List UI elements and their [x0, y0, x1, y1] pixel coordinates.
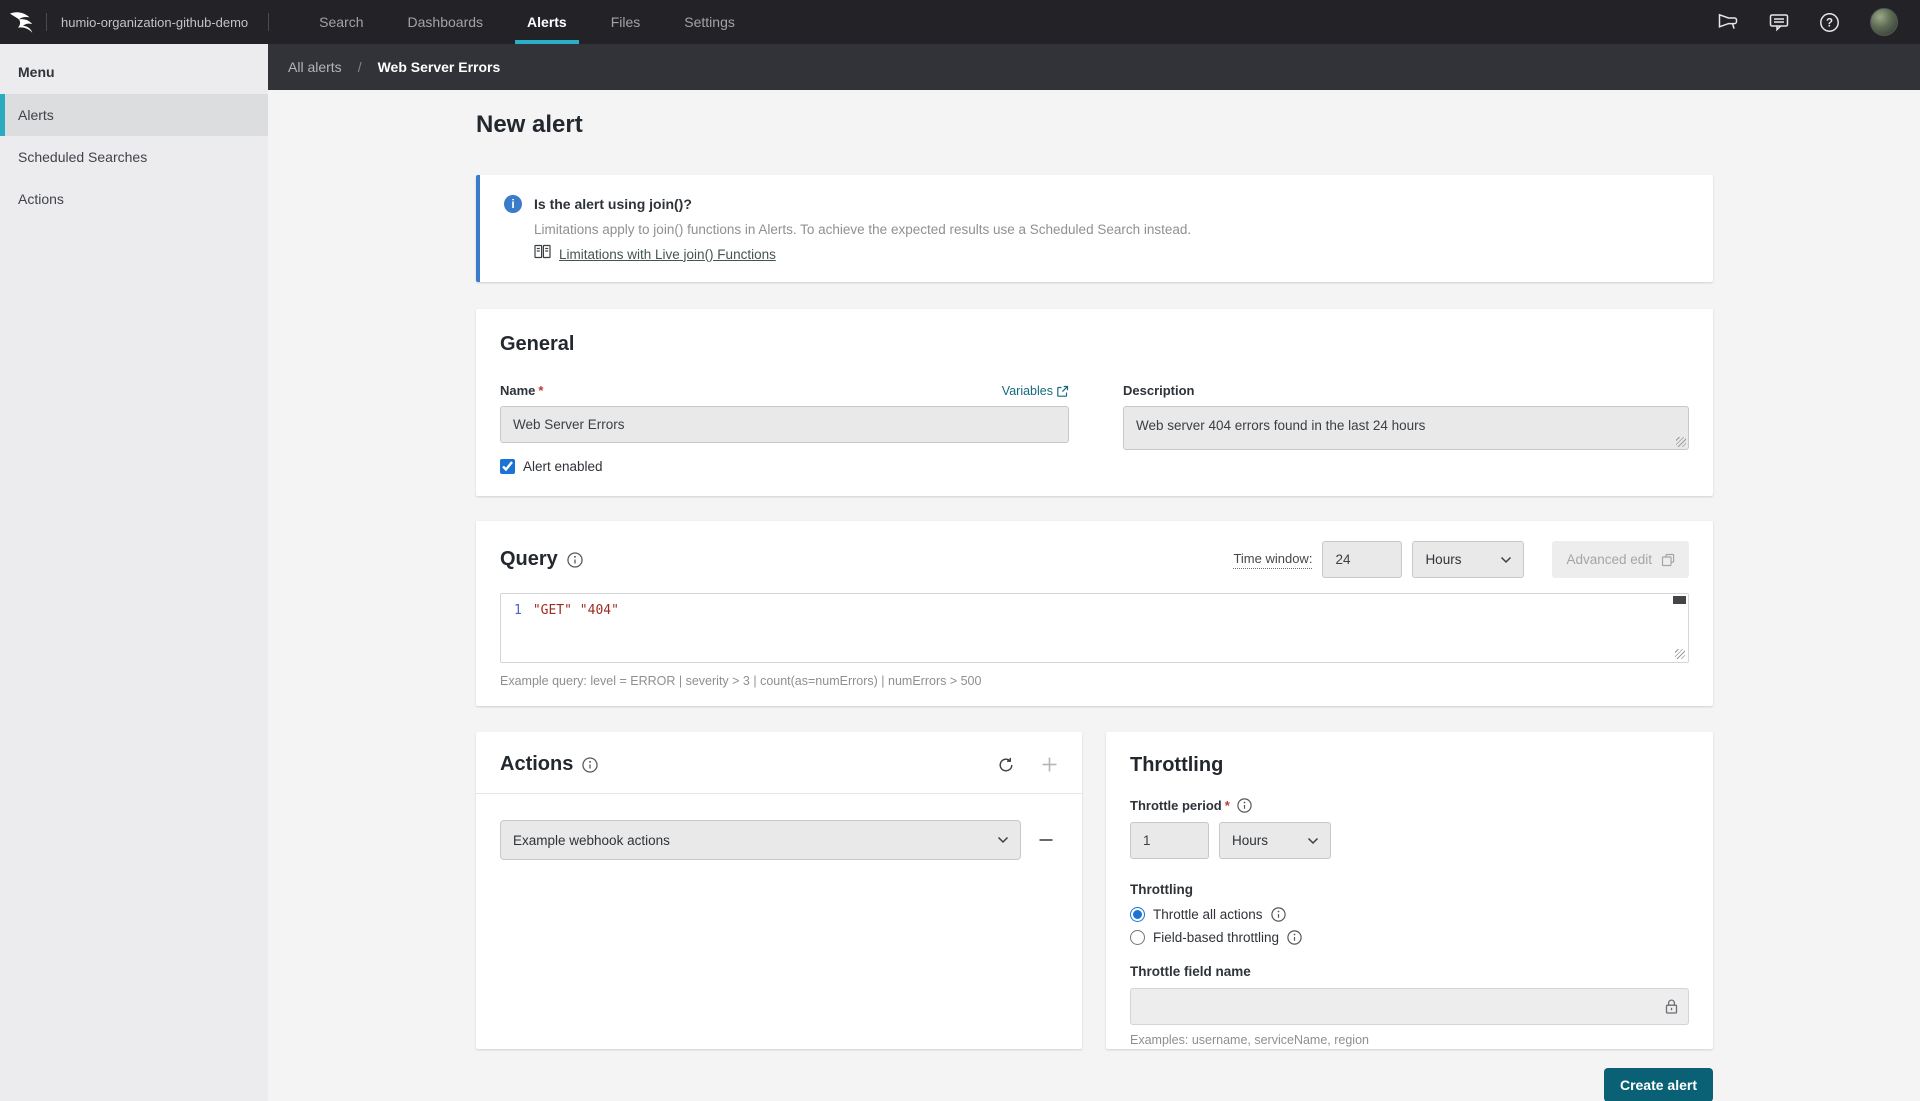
throttling-section: Throttling Throttle period* Hours Thr — [1106, 732, 1713, 1049]
info-banner-title: Is the alert using join()? — [534, 196, 692, 212]
action-select[interactable]: Example webhook actions — [500, 820, 1021, 860]
nav-divider — [268, 13, 270, 31]
sidebar-item-alerts[interactable]: Alerts — [0, 94, 268, 136]
announcements-megaphone-icon[interactable] — [1717, 13, 1739, 31]
resize-handle[interactable] — [1676, 437, 1686, 447]
general-section: General Name * Variables Web Server Erro… — [476, 309, 1713, 496]
user-avatar[interactable] — [1870, 8, 1898, 36]
primary-nav: Search Dashboards Alerts Files Settings — [297, 0, 757, 44]
help-icon[interactable]: ? — [1819, 12, 1840, 33]
required-asterisk: * — [1224, 798, 1230, 813]
throttle-period-input[interactable] — [1130, 822, 1209, 859]
create-alert-button[interactable]: Create alert — [1603, 1068, 1713, 1101]
throttle-field-name-label: Throttle field name — [1130, 964, 1251, 979]
alert-name-input[interactable] — [500, 406, 1069, 443]
top-navbar: humio-organization-github-demo Search Da… — [0, 0, 1920, 44]
lock-icon — [1664, 998, 1679, 1020]
alert-enabled-label: Alert enabled — [523, 459, 603, 474]
breadcrumb: All alerts / Web Server Errors — [268, 44, 1920, 90]
alert-enabled-checkbox[interactable] — [500, 459, 515, 474]
nav-item-alerts[interactable]: Alerts — [505, 0, 589, 44]
nav-item-search[interactable]: Search — [297, 0, 385, 44]
info-banner-body: Limitations apply to join() functions in… — [534, 222, 1192, 237]
field-based-info-icon[interactable] — [1287, 930, 1302, 945]
chevron-down-icon — [997, 836, 1009, 844]
resize-handle[interactable] — [1675, 649, 1685, 659]
chevron-down-icon — [1501, 556, 1512, 563]
variables-link[interactable]: Variables — [1002, 384, 1069, 398]
field-based-throttling-radio[interactable] — [1130, 930, 1145, 945]
svg-text:?: ? — [1826, 17, 1833, 29]
field-based-throttling-label: Field-based throttling — [1153, 930, 1280, 945]
editor-scrollbar-thumb[interactable] — [1673, 596, 1686, 604]
breadcrumb-all-alerts[interactable]: All alerts — [288, 59, 342, 75]
page-title: New alert — [476, 111, 583, 138]
breadcrumb-current: Web Server Errors — [377, 59, 501, 75]
description-label: Description — [1122, 383, 1195, 398]
throttle-period-unit-select[interactable]: Hours — [1219, 822, 1331, 859]
info-filled-icon: i — [504, 195, 522, 213]
add-action-button[interactable] — [1041, 756, 1058, 773]
throttle-examples-text: Examples: username, serviceName, region — [1130, 1033, 1369, 1047]
sidebar-item-actions[interactable]: Actions — [0, 178, 268, 220]
example-query-text: Example query: level = ERROR | severity … — [500, 674, 982, 688]
nav-item-settings[interactable]: Settings — [662, 0, 757, 44]
actions-heading: Actions — [500, 753, 574, 775]
refresh-icon — [999, 757, 1013, 771]
query-section: Query Time window: Hours Advanced edit — [476, 521, 1713, 706]
line-number: 1 — [514, 603, 522, 618]
time-window-input[interactable] — [1322, 541, 1403, 578]
join-limitations-link[interactable]: Limitations with Live join() Functions — [559, 247, 776, 262]
open-in-new-icon — [1661, 553, 1675, 566]
throttle-field-name-input — [1130, 988, 1689, 1025]
book-icon — [534, 244, 551, 264]
sidebar: Menu Alerts Scheduled Searches Actions — [0, 44, 268, 1101]
external-link-icon — [1057, 385, 1069, 397]
sidebar-item-scheduled-searches[interactable]: Scheduled Searches — [0, 136, 268, 178]
throttle-all-actions-radio[interactable] — [1130, 907, 1145, 922]
query-code: "GET" "404" — [532, 603, 619, 618]
throttling-heading: Throttling — [1130, 754, 1224, 776]
actions-info-icon[interactable] — [582, 756, 599, 773]
crowdstrike-falcon-logo[interactable] — [0, 9, 46, 35]
time-window-label[interactable]: Time window: — [1233, 551, 1313, 569]
chevron-down-icon — [1307, 837, 1319, 844]
sidebar-menu-title: Menu — [18, 64, 55, 80]
nav-item-files[interactable]: Files — [589, 0, 663, 44]
throttle-all-info-icon[interactable] — [1270, 907, 1286, 922]
general-heading: General — [500, 333, 575, 355]
query-heading: Query — [500, 548, 558, 570]
nav-item-dashboards[interactable]: Dashboards — [386, 0, 506, 44]
refresh-actions-button[interactable] — [998, 757, 1014, 773]
name-label: Name * — [500, 383, 544, 398]
organization-name[interactable]: humio-organization-github-demo — [61, 15, 248, 30]
query-editor[interactable]: 1 "GET" "404" — [500, 593, 1689, 663]
advanced-edit-button[interactable]: Advanced edit — [1552, 541, 1689, 578]
throttle-period-info-icon[interactable] — [1237, 798, 1252, 813]
throttle-all-actions-label: Throttle all actions — [1153, 907, 1263, 922]
nav-divider — [46, 13, 47, 31]
throttling-subheading: Throttling — [1130, 882, 1193, 897]
query-info-icon[interactable] — [567, 551, 583, 568]
nav-right-icons: ? — [1717, 8, 1920, 36]
throttle-period-label: Throttle period * — [1130, 798, 1230, 813]
required-asterisk: * — [538, 383, 544, 398]
actions-section: Actions Example webhook actions — [476, 732, 1082, 1049]
minus-icon — [1039, 839, 1053, 841]
main-area: New alert i Is the alert using join()? L… — [268, 90, 1920, 1101]
plus-icon — [1042, 757, 1057, 772]
time-window-unit-select[interactable]: Hours — [1412, 541, 1525, 578]
join-info-banner: i Is the alert using join()? Limitations… — [476, 175, 1713, 282]
breadcrumb-separator: / — [357, 59, 362, 75]
feedback-chat-icon[interactable] — [1769, 13, 1789, 32]
description-textarea[interactable]: Web server 404 errors found in the last … — [1122, 406, 1689, 450]
remove-action-button[interactable] — [1038, 832, 1054, 848]
falcon-icon — [10, 12, 33, 33]
